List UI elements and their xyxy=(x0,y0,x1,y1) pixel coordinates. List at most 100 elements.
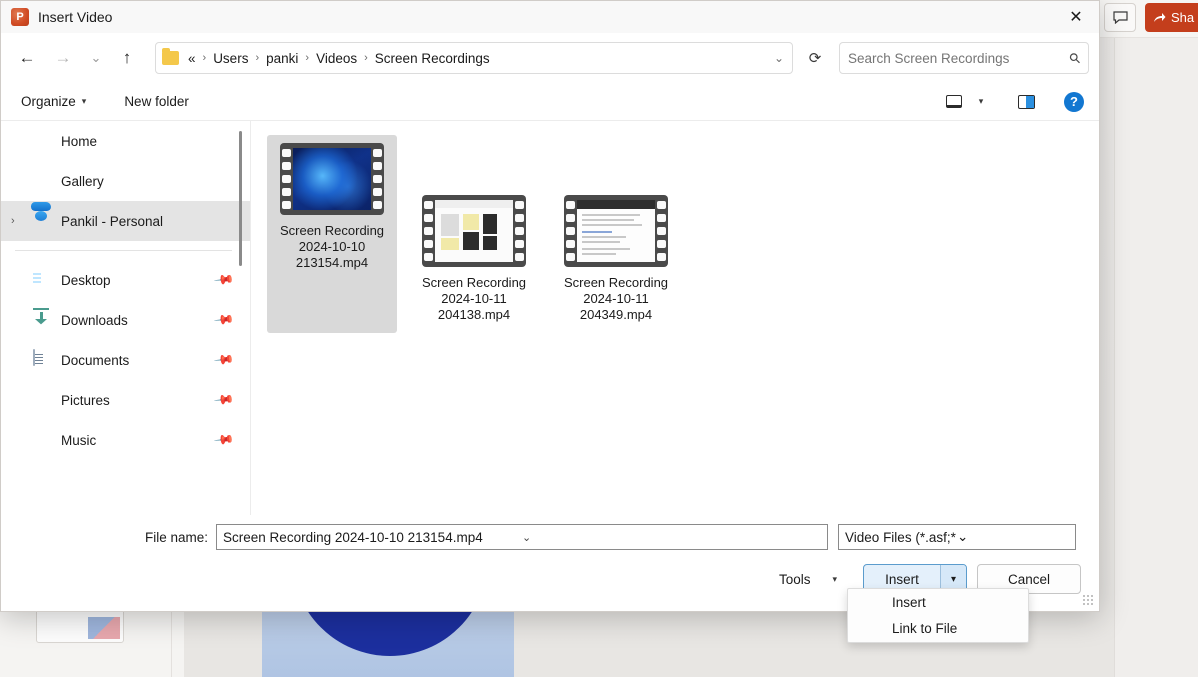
sidebar-item-downloads[interactable]: Downloads 📌 xyxy=(1,300,250,340)
video-thumbnail xyxy=(564,195,668,267)
film-sprockets-left xyxy=(566,199,575,263)
sidebar-item-pictures[interactable]: Pictures 📌 xyxy=(1,380,250,420)
pin-icon[interactable]: 📌 xyxy=(213,349,235,371)
breadcrumb-overflow[interactable]: « xyxy=(185,49,199,68)
filename-value: Screen Recording 2024-10-10 213154.mp4 xyxy=(223,530,522,545)
film-sprockets-right xyxy=(373,147,382,211)
pin-icon[interactable]: 📌 xyxy=(213,309,235,331)
view-button[interactable] xyxy=(939,88,969,116)
file-name-line1: Screen Recording xyxy=(555,275,677,291)
share-button[interactable]: Sha xyxy=(1145,3,1198,32)
menu-item-link-to-file[interactable]: Link to File xyxy=(848,616,1028,642)
sidebar-item-label: Home xyxy=(61,134,250,149)
thumbnail-image xyxy=(435,200,513,262)
filetype-dropdown[interactable]: Video Files (*.asf;*.asx;*.wpl;*.wr ⌄ xyxy=(838,524,1076,550)
command-bar: Organize ▾ New folder ▾ ? xyxy=(1,83,1099,121)
chevron-down-icon[interactable]: ⌄ xyxy=(522,531,821,544)
search-input[interactable] xyxy=(848,51,1070,66)
breadcrumb-item-panki[interactable]: panki xyxy=(263,49,301,68)
expand-chevron-icon[interactable]: › xyxy=(11,215,31,227)
pin-icon[interactable]: 📌 xyxy=(213,429,235,451)
address-bar[interactable]: « › Users › panki › Videos › Screen Reco… xyxy=(155,42,793,74)
home-icon xyxy=(31,131,51,151)
chevron-down-icon: ▾ xyxy=(82,96,87,107)
file-name-line1: Screen Recording xyxy=(271,223,393,239)
insert-video-dialog: P Insert Video ✕ ← → ⌄ ↑ « › Users › pan… xyxy=(0,0,1100,612)
pictures-icon xyxy=(31,390,51,410)
file-grid: Screen Recording 2024-10-10 213154.mp4 xyxy=(267,135,1099,333)
comment-bubble-icon xyxy=(1113,11,1128,24)
breadcrumb: « › Users › panki › Videos › Screen Reco… xyxy=(185,49,768,68)
breadcrumb-separator: › xyxy=(251,52,263,64)
dialog-body: Home Gallery › Pankil - Personal Desktop xyxy=(1,121,1099,515)
pin-icon[interactable]: 📌 xyxy=(213,389,235,411)
breadcrumb-item-users[interactable]: Users xyxy=(210,49,251,68)
video-thumbnail xyxy=(280,143,384,215)
sidebar-item-label: Music xyxy=(61,433,216,448)
pin-icon[interactable]: 📌 xyxy=(213,269,235,291)
sidebar-item-pankil-personal[interactable]: › Pankil - Personal xyxy=(1,201,250,241)
up-icon[interactable]: ↑ xyxy=(111,42,143,74)
file-name-line2: 2024-10-11 xyxy=(555,291,677,307)
sidebar-item-label: Documents xyxy=(61,353,216,368)
new-folder-button[interactable]: New folder xyxy=(114,89,199,114)
resize-grip[interactable] xyxy=(1082,594,1094,606)
thumbnail-image xyxy=(577,200,655,262)
documents-icon xyxy=(31,350,51,370)
file-list[interactable]: Screen Recording 2024-10-10 213154.mp4 xyxy=(251,121,1099,515)
help-button[interactable]: ? xyxy=(1059,88,1089,116)
sidebar-item-music[interactable]: Music 📌 xyxy=(1,420,250,460)
tools-label: Tools xyxy=(779,572,811,587)
sidebar-item-documents[interactable]: Documents 📌 xyxy=(1,340,250,380)
file-name: Screen Recording 2024-10-10 213154.mp4 xyxy=(271,223,393,271)
sidebar-item-label: Desktop xyxy=(61,273,216,288)
sidebar-item-gallery[interactable]: Gallery xyxy=(1,161,250,201)
file-name-line3: 213154.mp4 xyxy=(271,255,393,271)
chevron-down-icon[interactable]: ⌄ xyxy=(768,51,784,65)
breadcrumb-item-screen-recordings[interactable]: Screen Recordings xyxy=(372,49,493,68)
film-sprockets-right xyxy=(515,199,524,263)
file-item[interactable]: Screen Recording 2024-10-11 204138.mp4 xyxy=(409,187,539,333)
refresh-icon[interactable]: ⟳ xyxy=(799,42,831,74)
file-item[interactable]: Screen Recording 2024-10-11 204349.mp4 xyxy=(551,187,681,333)
dialog-titlebar: P Insert Video ✕ xyxy=(1,1,1099,33)
breadcrumb-separator: › xyxy=(301,52,313,64)
preview-pane-icon xyxy=(1018,95,1035,109)
organize-button[interactable]: Organize ▾ xyxy=(11,89,96,114)
onedrive-cloud-icon xyxy=(31,211,51,231)
sidebar-item-home[interactable]: Home xyxy=(1,121,250,161)
tools-button[interactable]: Tools ▾ xyxy=(771,567,845,592)
new-folder-label: New folder xyxy=(124,94,189,109)
back-icon[interactable]: ← xyxy=(11,42,43,74)
navigation-pane[interactable]: Home Gallery › Pankil - Personal Desktop xyxy=(1,121,251,515)
help-icon: ? xyxy=(1064,92,1084,112)
file-name-line2: 2024-10-11 xyxy=(413,291,535,307)
film-sprockets-left xyxy=(282,147,291,211)
sidebar-item-label: Downloads xyxy=(61,313,216,328)
preview-pane-button[interactable] xyxy=(1011,88,1041,116)
comment-icon[interactable] xyxy=(1104,3,1136,32)
sidebar-item-desktop[interactable]: Desktop 📌 xyxy=(1,260,250,300)
filename-input[interactable]: Screen Recording 2024-10-10 213154.mp4 ⌄ xyxy=(216,524,828,550)
menu-item-insert[interactable]: Insert xyxy=(848,590,1028,616)
search-box[interactable]: ⚲ xyxy=(839,42,1089,74)
file-name-line3: 204349.mp4 xyxy=(555,307,677,323)
share-label: Sha xyxy=(1171,10,1194,25)
view-dropdown-button[interactable]: ▾ xyxy=(971,88,991,116)
chevron-down-icon: ⌄ xyxy=(957,529,1069,545)
gallery-icon xyxy=(31,171,51,191)
file-item[interactable]: Screen Recording 2024-10-10 213154.mp4 xyxy=(267,135,397,333)
forward-icon[interactable]: → xyxy=(47,42,79,74)
desktop-icon xyxy=(31,270,51,290)
breadcrumb-item-videos[interactable]: Videos xyxy=(313,49,360,68)
powerpoint-icon: P xyxy=(11,8,29,26)
recent-locations-icon[interactable]: ⌄ xyxy=(83,42,109,74)
sidebar-item-label: Gallery xyxy=(61,174,250,189)
close-icon[interactable]: ✕ xyxy=(1053,1,1099,33)
file-name: Screen Recording 2024-10-11 204349.mp4 xyxy=(555,275,677,323)
breadcrumb-separator: › xyxy=(199,52,211,64)
downloads-icon xyxy=(31,310,51,330)
insert-dropdown-menu: Insert Link to File xyxy=(847,588,1029,643)
sidebar-item-label: Pankil - Personal xyxy=(61,214,250,229)
sidebar-scrollbar[interactable] xyxy=(239,131,242,266)
